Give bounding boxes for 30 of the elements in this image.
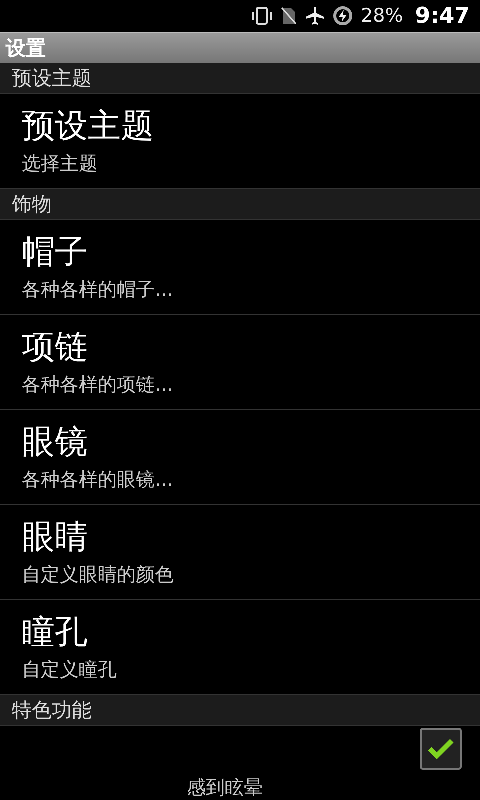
- charging-icon: [333, 6, 354, 26]
- checkbox[interactable]: [420, 728, 462, 770]
- item-title: 眼镜: [22, 422, 89, 462]
- clock-time: 9:47: [415, 4, 470, 28]
- preference-item[interactable]: 帽子 各种各样的帽子...: [0, 220, 480, 315]
- item-summary: 选择主题: [22, 152, 99, 176]
- item-title: 项链: [22, 327, 89, 367]
- item-summary: 各种各样的项链...: [22, 373, 174, 397]
- preference-item[interactable]: 感到眩晕: [0, 726, 480, 800]
- item-summary: 自定义眼睛的颜色: [22, 563, 175, 587]
- no-signal-icon: [281, 7, 298, 25]
- category-title: 饰物: [12, 190, 52, 218]
- item-title: 帽子: [22, 232, 89, 272]
- preference-item[interactable]: 眼睛 自定义眼睛的颜色: [0, 505, 480, 600]
- item-summary: 感到眩晕: [187, 776, 263, 800]
- item-summary: 各种各样的眼镜...: [22, 468, 174, 492]
- item-summary: 各种各样的帽子...: [22, 278, 174, 302]
- preference-item[interactable]: 眼镜 各种各样的眼镜...: [0, 410, 480, 505]
- airplane-icon: [305, 7, 326, 25]
- window-title: 设置: [6, 34, 46, 62]
- category-title: 预设主题: [12, 64, 92, 92]
- item-title: 瞳孔: [22, 612, 89, 652]
- item-summary: 自定义瞳孔: [22, 658, 118, 682]
- item-title: 眼睛: [22, 517, 89, 557]
- preference-item[interactable]: 项链 各种各样的项链...: [0, 315, 480, 410]
- battery-percentage: 28%: [361, 5, 404, 27]
- item-title: 预设主题: [22, 106, 155, 146]
- vibrate-icon: [251, 7, 274, 25]
- check-icon: [427, 737, 455, 761]
- category-title: 特色功能: [12, 696, 92, 724]
